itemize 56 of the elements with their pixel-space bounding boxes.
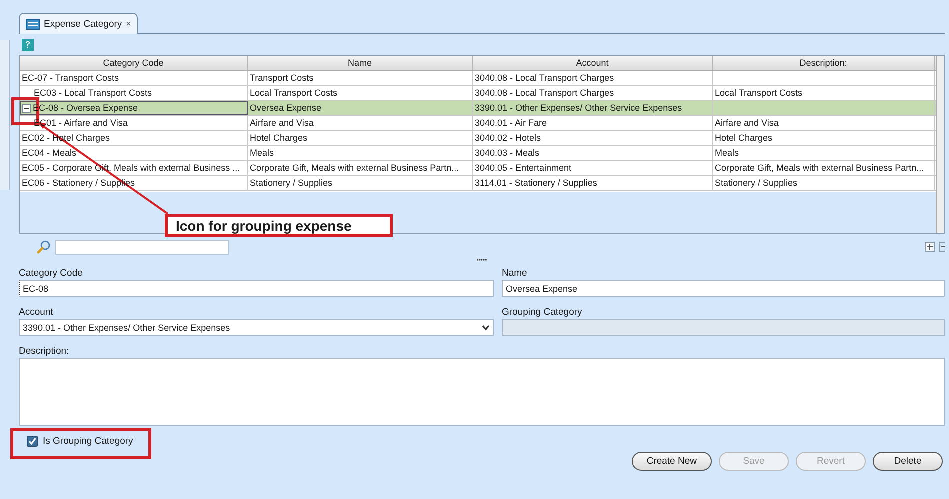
action-button[interactable]: Create New [632, 452, 712, 471]
column-header[interactable]: Account [473, 56, 713, 70]
is-grouping-category-checkbox[interactable]: Is Grouping Category [27, 436, 945, 447]
table-cell: Oversea Expense [250, 103, 322, 113]
scrollbar[interactable] [936, 56, 944, 233]
column-header[interactable]: Category Code [20, 56, 248, 70]
table-cell: Meals [250, 148, 274, 158]
expense-category-tab[interactable]: Expense Category × [19, 13, 138, 34]
table-cell: Transport Costs [250, 73, 314, 83]
table-cell: Airfare and Visa [250, 118, 314, 128]
field-label: Grouping Category [502, 307, 584, 318]
collapse-all-icon[interactable] [939, 242, 945, 252]
table-cell: Local Transport Costs [715, 88, 803, 98]
table-cell: Stationery / Supplies [715, 178, 798, 188]
chevron-down-icon [482, 324, 490, 330]
checkbox-icon[interactable] [27, 436, 38, 447]
table-cell: Corporate Gift, Meals with external Business Partn... [715, 163, 924, 173]
expand-all-icon[interactable] [925, 242, 935, 252]
field-label: Description: [19, 346, 70, 357]
table-cell: 3040.05 - Entertainment [475, 163, 572, 173]
table-cell: 3040.08 - Local Transport Charges [475, 88, 614, 98]
window-icon [26, 18, 40, 30]
table-cell: 3040.08 - Local Transport Charges [475, 73, 614, 83]
column-header[interactable]: Name [248, 56, 473, 70]
search-icon[interactable] [37, 240, 51, 254]
collapse-icon[interactable] [22, 104, 31, 112]
table-cell: 3040.03 - Meals [475, 148, 540, 158]
table-cell: Stationery / Supplies [250, 178, 333, 188]
table-cell: Hotel Charges [250, 133, 308, 143]
search-field[interactable] [55, 240, 229, 254]
table-cell-text: EC03 - Local Transport Costs [33, 88, 152, 98]
table-cell: EC-07 - Transport Costs [22, 73, 120, 83]
table-cell: 3114.01 - Stationery / Supplies [475, 178, 598, 188]
table-cell: EC04 - Meals [22, 148, 77, 158]
description-field[interactable] [19, 358, 945, 426]
action-button[interactable]: Delete [873, 452, 943, 471]
category-code-field[interactable]: EC-08 [19, 280, 494, 297]
field-label: Account [19, 307, 54, 318]
account-dropdown[interactable]: 3390.01 - Other Expenses/ Other Service Expenses [19, 319, 494, 336]
table-cell: Corporate Gift, Meals with external Business Partn... [250, 163, 460, 173]
name-field[interactable]: Oversea Expense [502, 280, 945, 297]
annotation-label: Icon for grouping expense [165, 214, 393, 237]
close-icon[interactable]: × [126, 19, 132, 29]
table-cell: Meals [715, 148, 740, 158]
table-row[interactable]: EC04 - Meals Meals 3040.03 - Meals Meals [20, 146, 936, 161]
field-label: Category Code [19, 268, 84, 279]
help-icon[interactable] [22, 38, 34, 50]
column-header[interactable]: Description: [713, 56, 935, 70]
table-cell: Local Transport Costs [250, 88, 338, 98]
table-cell: 3040.02 - Hotels [475, 133, 542, 143]
table-cell: Hotel Charges [715, 133, 773, 143]
table-cell: 3040.01 - Air Fare [475, 118, 548, 128]
field-label: Name [502, 268, 528, 279]
table-cell: 3390.01 - Other Expenses/ Other Service Expenses [475, 103, 682, 113]
table-cell: Airfare and Visa [715, 118, 779, 128]
table-row[interactable]: EC-07 - Transport Costs Transport Costs 3040.08 - Local Transport Charges [20, 71, 936, 86]
